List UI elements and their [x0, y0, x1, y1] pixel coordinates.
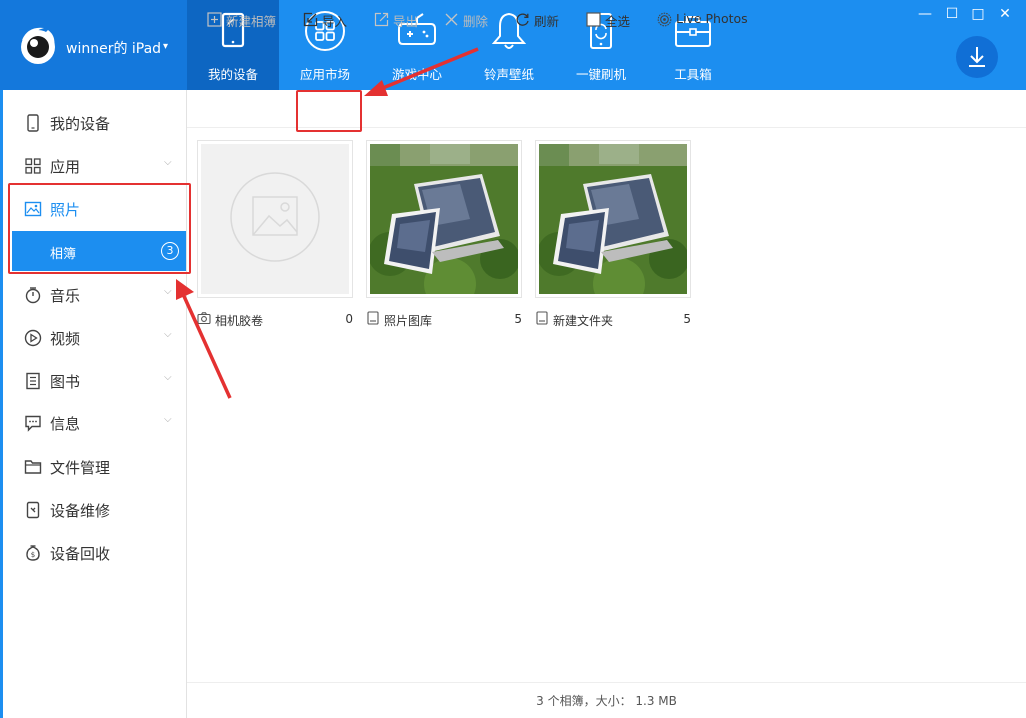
delete-label: 删除 [463, 14, 489, 29]
plus-box-icon [207, 12, 222, 27]
download-button[interactable] [956, 36, 998, 78]
sidebar-item-label: 设备维修 [50, 502, 111, 520]
delete-icon [445, 13, 458, 26]
nav-one-click-flash[interactable]: 一键刷机 [555, 0, 647, 90]
status-bar: 3 个相簿，大小： 1.3 MB [187, 682, 1026, 718]
svg-text:$: $ [31, 551, 35, 559]
album-name: 相机胶卷 [215, 314, 264, 328]
video-icon [24, 329, 42, 347]
album-caption: 新建文件夹 5 [535, 311, 691, 328]
sidebar-item-video[interactable]: 视频 ⌵ [0, 317, 186, 357]
album-thumbnail[interactable] [535, 140, 691, 298]
book-icon [26, 372, 40, 390]
chevron-down-icon: ⌵ [164, 414, 172, 425]
device-selector[interactable]: winner的 iPad ▾ [0, 0, 187, 90]
device-name: winner的 iPad [66, 41, 162, 57]
refresh-icon [516, 13, 529, 26]
maximize-button[interactable]: □ [968, 4, 988, 24]
repair-icon [26, 501, 40, 519]
top-bar: winner的 iPad ▾ 我的设备 应用市场 游戏中心 铃声壁纸 一键刷机 … [0, 0, 1026, 90]
album-count: 5 [683, 312, 691, 326]
device-icon [27, 114, 39, 132]
download-icon [969, 47, 985, 67]
album-thumbnail[interactable] [366, 140, 522, 298]
refresh-label: 刷新 [534, 14, 560, 29]
new-album-label: 新建相簿 [226, 14, 277, 29]
nav-label: 游戏中心 [391, 67, 442, 82]
checkbox-icon [586, 12, 601, 27]
chevron-down-icon: ⌵ [164, 157, 172, 168]
photos-highlight-box [8, 183, 191, 274]
nav-label: 工具箱 [674, 67, 712, 82]
apps-icon [25, 158, 41, 174]
live-photos-icon [657, 12, 672, 27]
live-photos-label: Live Photos [676, 11, 748, 26]
nav-label: 我的设备 [207, 67, 258, 82]
sidebar-item-file-manager[interactable]: 文件管理 [0, 446, 186, 486]
device-dropdown-caret[interactable]: ▾ [163, 41, 168, 52]
placeholder-image [201, 144, 349, 294]
sidebar-item-label: 我的设备 [50, 115, 111, 133]
album-caption: 照片图库 5 [366, 311, 522, 328]
app-window: winner的 iPad ▾ 我的设备 应用市场 游戏中心 铃声壁纸 一键刷机 … [0, 0, 1026, 718]
album-name: 照片图库 [384, 314, 433, 328]
nav-label: 铃声壁纸 [483, 67, 534, 82]
restore-button[interactable]: ☐ [942, 4, 962, 24]
album-count: 5 [514, 312, 522, 326]
import-icon [303, 12, 318, 27]
export-label: 导出 [393, 14, 419, 29]
sidebar-item-label: 信息 [50, 415, 81, 433]
music-icon [25, 287, 41, 304]
sidebar-item-label: 设备回收 [50, 545, 111, 563]
album-name: 新建文件夹 [553, 314, 614, 328]
sidebar-item-messages[interactable]: 信息 ⌵ [0, 402, 186, 442]
select-all-label: 全选 [605, 14, 631, 29]
sidebar-item-label: 音乐 [50, 287, 81, 305]
nav-label: 一键刷机 [575, 67, 626, 82]
image-placeholder-icon [230, 172, 320, 262]
sidebar-item-music[interactable]: 音乐 ⌵ [0, 274, 186, 314]
chevron-down-icon: ⌵ [164, 372, 172, 383]
album-count: 0 [345, 312, 353, 326]
sidebar-item-apps[interactable]: 应用 ⌵ [0, 145, 186, 185]
close-button[interactable]: ✕ [995, 4, 1015, 24]
sidebar-item-my-device[interactable]: 我的设备 [0, 102, 186, 142]
chevron-down-icon: ⌵ [164, 329, 172, 340]
sidebar-item-label: 文件管理 [50, 459, 111, 477]
sidebar-item-device-recycle[interactable]: $ 设备回收 [0, 532, 186, 572]
sidebar-item-label: 应用 [50, 158, 81, 176]
message-icon [25, 415, 41, 432]
app-logo-icon [21, 27, 55, 64]
minimize-button[interactable]: — [915, 4, 935, 24]
sidebar-item-label: 图书 [50, 373, 81, 391]
album-thumbnail[interactable] [197, 140, 353, 298]
sidebar-item-books[interactable]: 图书 ⌵ [0, 360, 186, 400]
sidebar-item-label: 视频 [50, 330, 81, 348]
chevron-down-icon: ⌵ [164, 286, 172, 297]
sidebar-item-device-repair[interactable]: 设备维修 [0, 489, 186, 529]
export-icon [374, 12, 389, 27]
album-icon [536, 311, 548, 325]
album-caption: 相机胶卷 0 [197, 311, 353, 328]
import-highlight-box [296, 90, 362, 132]
camera-icon [197, 312, 211, 325]
recycle-icon: $ [26, 545, 40, 561]
album-cover-photo [539, 144, 687, 294]
album-icon [367, 311, 379, 325]
album-cover-photo [370, 144, 518, 294]
nav-label: 应用市场 [299, 67, 350, 82]
folder-icon [24, 460, 42, 474]
import-label: 导入 [322, 14, 348, 29]
